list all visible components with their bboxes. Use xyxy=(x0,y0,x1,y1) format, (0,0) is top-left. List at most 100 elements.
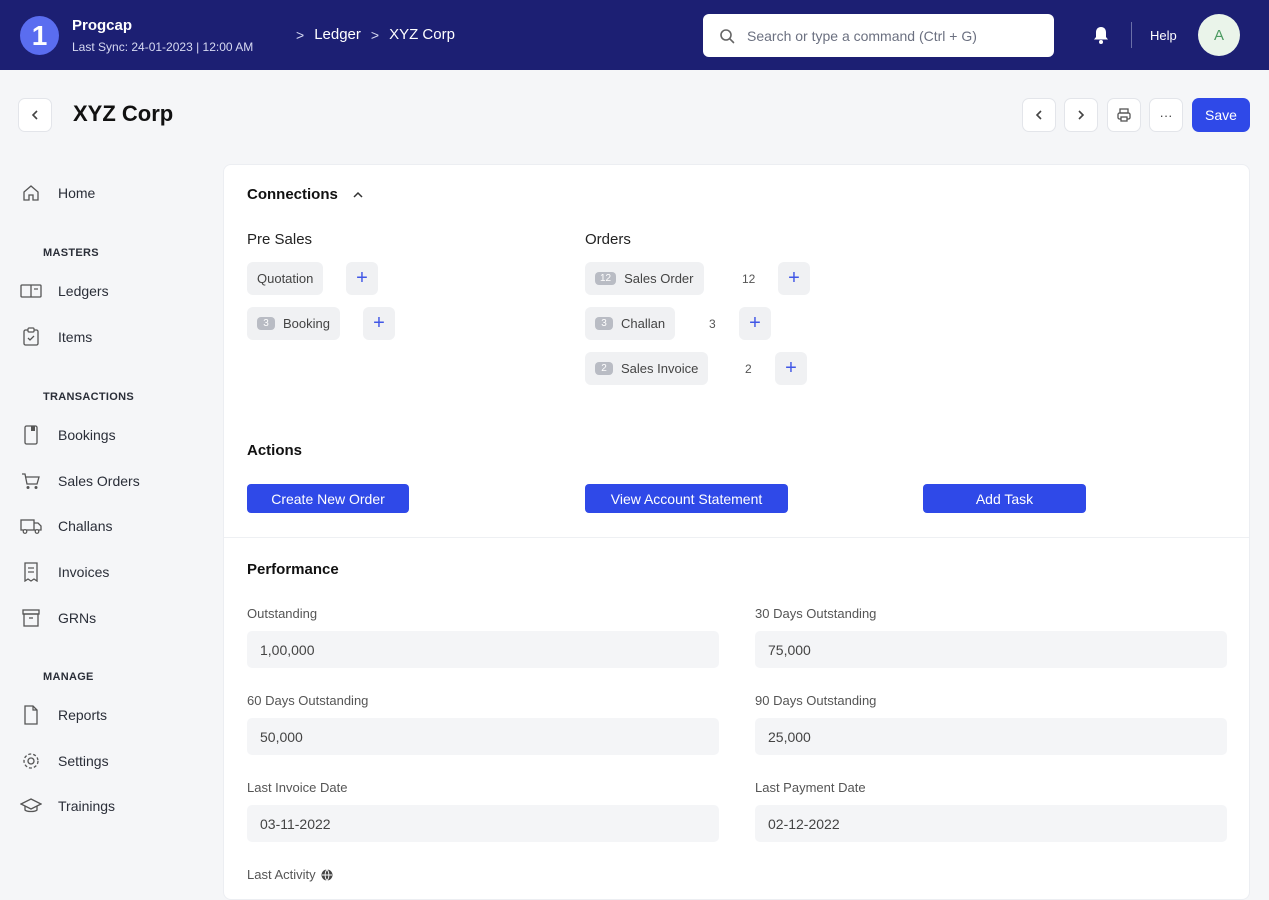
last-invoice-date-field[interactable]: 03-11-2022 xyxy=(247,805,719,842)
sidebar-item-invoices[interactable]: Invoices xyxy=(20,561,109,583)
pill-label: Quotation xyxy=(257,271,314,286)
chevron-up-icon xyxy=(352,189,364,201)
section-divider xyxy=(224,537,1249,538)
add-task-button[interactable]: Add Task xyxy=(923,484,1086,513)
clipboard-check-icon xyxy=(20,326,42,348)
more-options-button[interactable]: ··· xyxy=(1149,98,1183,132)
sidebar-item-label: Invoices xyxy=(58,564,110,580)
60-days-outstanding-field[interactable]: 50,000 xyxy=(247,718,719,755)
sales-order-link[interactable]: 12 Sales Order xyxy=(585,262,704,295)
pre-sales-title: Pre Sales xyxy=(247,231,313,248)
actions-title: Actions xyxy=(247,442,303,459)
ledger-icon xyxy=(20,280,42,302)
breadcrumb-ledger[interactable]: Ledger xyxy=(314,26,361,43)
quotation-link[interactable]: Quotation xyxy=(247,262,324,295)
sidebar-item-items[interactable]: Items xyxy=(20,326,92,348)
breadcrumb-separator: > xyxy=(296,26,305,43)
sidebar-heading-manage: MANAGE xyxy=(43,671,94,683)
avatar[interactable]: A xyxy=(1198,14,1240,56)
last-activity-label: Last Activity xyxy=(247,867,333,882)
field-value: 03-11-2022 xyxy=(260,815,331,832)
outstanding-label: Outstanding xyxy=(247,606,318,621)
90-days-outstanding-field[interactable]: 25,000 xyxy=(755,718,1227,755)
back-button[interactable] xyxy=(18,98,52,132)
add-challan-button[interactable]: + xyxy=(739,307,771,340)
search-placeholder: Search or type a command (Ctrl + G) xyxy=(747,27,977,44)
truck-icon xyxy=(20,515,42,537)
sidebar-item-label: Sales Orders xyxy=(58,473,140,489)
breadcrumb: > Ledger > XYZ Corp xyxy=(296,26,455,43)
booking-link[interactable]: 3 Booking xyxy=(247,307,340,340)
field-value: 75,000 xyxy=(768,641,811,658)
search-input[interactable]: Search or type a command (Ctrl + G) xyxy=(703,14,1054,57)
bell-icon[interactable] xyxy=(1092,25,1110,45)
count-badge: 12 xyxy=(595,272,617,285)
invoice-icon xyxy=(20,561,42,583)
sidebar-item-reports[interactable]: Reports xyxy=(20,704,107,726)
sidebar-item-home[interactable]: Home xyxy=(20,182,95,204)
brand-logo[interactable]: 1 xyxy=(20,16,59,55)
sidebar-item-bookings[interactable]: Bookings xyxy=(20,424,116,446)
top-bar: 1 Progcap Last Sync: 24-01-2023 | 12:00 … xyxy=(0,0,1269,70)
gear-icon xyxy=(20,750,42,772)
sidebar-item-label: Reports xyxy=(58,707,108,723)
challan-link[interactable]: 3 Challan xyxy=(585,307,676,340)
breadcrumb-separator: > xyxy=(370,26,380,43)
sales-invoice-count: 2 xyxy=(745,362,752,376)
last-payment-date-field[interactable]: 02-12-2022 xyxy=(755,805,1227,842)
count-badge: 2 xyxy=(595,362,613,375)
last-payment-date-label: Last Payment Date xyxy=(755,780,866,795)
pill-label: Booking xyxy=(283,316,330,331)
previous-button[interactable] xyxy=(1022,98,1056,132)
sidebar-item-settings[interactable]: Settings xyxy=(20,750,109,772)
count-badge: 3 xyxy=(595,317,613,330)
sidebar-item-trainings[interactable]: Trainings xyxy=(20,795,115,817)
sidebar-item-label: Settings xyxy=(58,753,109,769)
chevron-right-icon xyxy=(1075,109,1087,121)
performance-title: Performance xyxy=(247,561,339,578)
sidebar-heading-masters: MASTERS xyxy=(43,247,99,259)
document-icon xyxy=(20,704,42,726)
brand-name: Progcap xyxy=(72,17,133,34)
field-value: 25,000 xyxy=(768,728,811,745)
globe-icon xyxy=(321,868,333,881)
field-value: 02-12-2022 xyxy=(768,815,840,832)
sidebar-item-ledgers[interactable]: Ledgers xyxy=(20,280,109,302)
sales-order-count: 12 xyxy=(742,272,756,286)
add-sales-order-button[interactable]: + xyxy=(778,262,810,295)
orders-title: Orders xyxy=(585,231,631,248)
sidebar-item-sales-orders[interactable]: Sales Orders xyxy=(20,470,140,492)
search-icon xyxy=(719,28,735,44)
sidebar-item-label: Items xyxy=(58,329,93,345)
field-value: 50,000 xyxy=(260,728,303,745)
sidebar-item-label: Home xyxy=(58,185,96,201)
last-activity-text: Last Activity xyxy=(247,867,316,882)
create-new-order-button[interactable]: Create New Order xyxy=(247,484,409,513)
sidebar-item-label: Bookings xyxy=(58,427,116,443)
archive-icon xyxy=(20,607,42,629)
sidebar-heading-transactions: TRANSACTIONS xyxy=(43,391,134,403)
sidebar-item-label: GRNs xyxy=(58,610,97,626)
pill-label: Sales Invoice xyxy=(621,361,699,376)
print-button[interactable] xyxy=(1107,98,1141,132)
30-days-outstanding-field[interactable]: 75,000 xyxy=(755,631,1227,668)
view-account-statement-button[interactable]: View Account Statement xyxy=(585,484,788,513)
home-icon xyxy=(20,182,42,204)
save-button[interactable]: Save xyxy=(1192,98,1250,132)
connections-toggle[interactable]: Connections xyxy=(247,186,364,203)
help-link[interactable]: Help xyxy=(1150,28,1177,43)
add-quotation-button[interactable]: + xyxy=(346,262,378,295)
sales-invoice-link[interactable]: 2 Sales Invoice xyxy=(585,352,709,385)
sidebar-item-grns[interactable]: GRNs xyxy=(20,607,96,629)
outstanding-field[interactable]: 1,00,000 xyxy=(247,631,719,668)
last-sync-text: Last Sync: 24-01-2023 | 12:00 AM xyxy=(72,40,254,54)
chevron-left-icon xyxy=(29,109,41,121)
next-button[interactable] xyxy=(1064,98,1098,132)
sidebar-item-challans[interactable]: Challans xyxy=(20,515,112,537)
chevron-left-icon xyxy=(1033,109,1045,121)
printer-icon xyxy=(1116,107,1132,123)
booking-icon xyxy=(20,424,42,446)
add-sales-invoice-button[interactable]: + xyxy=(775,352,807,385)
breadcrumb-current: XYZ Corp xyxy=(389,26,455,43)
add-booking-button[interactable]: + xyxy=(363,307,395,340)
